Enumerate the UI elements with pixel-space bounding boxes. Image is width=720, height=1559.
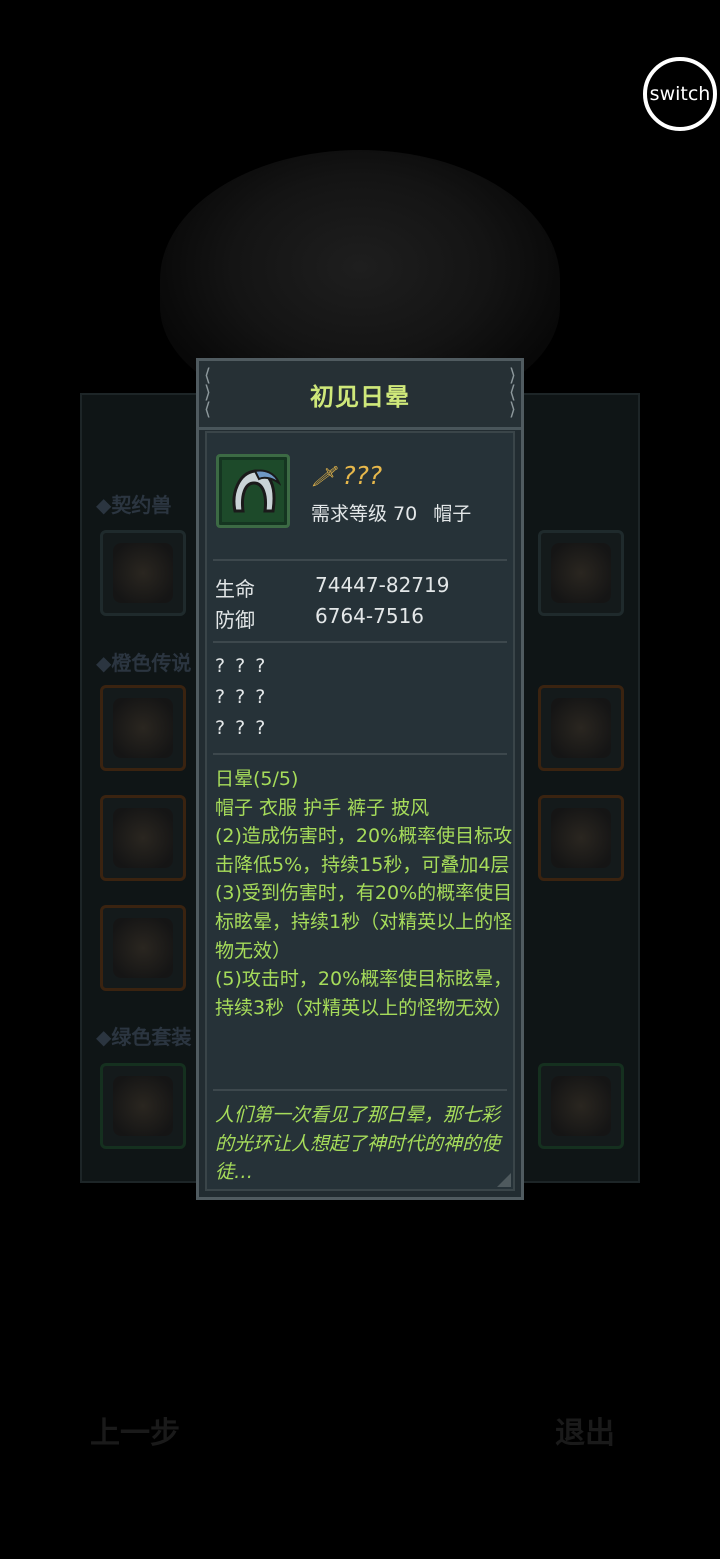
divider — [213, 1089, 507, 1091]
level-requirement: 需求等级 70 — [311, 503, 418, 525]
stat-value: 6764-7516 — [315, 604, 425, 628]
item-name: 🗡 ??? — [311, 461, 382, 490]
item-tooltip: ⟨ ⟩ ⟨ 初见日晕 ⟩ ⟨ ⟩ 🗡 ??? 需求等级 70 帽子 生命 74447-82… — [196, 358, 524, 1200]
flavor-text: 人们第一次看见了那日晕，那七彩的光环让人想起了神时代的神的使徒… — [215, 1104, 501, 1184]
unknown-affix: ? ? ? — [215, 686, 268, 708]
set-effect: (3)受到伤害时，有20%的概率使目标眩晕，持续1秒（对精英以上的怪物无效） — [215, 882, 513, 962]
divider — [213, 559, 507, 561]
divider — [213, 753, 507, 755]
item-name-text: ??? — [342, 461, 383, 490]
hood-item-icon — [216, 454, 290, 528]
section-contract-beast: ◆契约兽 — [96, 493, 172, 517]
slot-set-1[interactable] — [100, 1063, 186, 1149]
item-requirement: 需求等级 70 帽子 — [311, 499, 471, 526]
unknown-affix: ? ? ? — [215, 655, 268, 677]
stat-row-defense: 防御 6764-7516 — [215, 604, 424, 633]
slot-legend-1[interactable] — [100, 685, 186, 771]
slot-set-2[interactable] — [538, 1063, 624, 1149]
section-green-set: ◆绿色套装 — [96, 1025, 192, 1049]
exit-button[interactable]: 退出 — [555, 1408, 615, 1452]
slot-legend-2[interactable] — [538, 685, 624, 771]
tooltip-header: ⟨ ⟩ ⟨ 初见日晕 ⟩ ⟨ ⟩ — [199, 361, 521, 430]
stat-value: 74447-82719 — [315, 573, 450, 597]
stat-label: 生命 — [215, 577, 255, 601]
slot-legend-5[interactable] — [100, 905, 186, 991]
stat-row-hp: 生命 74447-82719 — [215, 573, 449, 602]
set-bonus: 日晕(5/5) 帽子 衣服 护手 裤子 披风 (2)造成伤害时，20%概率使目标… — [215, 765, 515, 1022]
header-ornament-left-icon: ⟨ ⟩ ⟨ — [204, 365, 212, 420]
slot-beast-right[interactable] — [538, 530, 624, 616]
tooltip-body: 🗡 ??? 需求等级 70 帽子 生命 74447-82719 防御 6764-7… — [205, 431, 515, 1191]
divider — [213, 641, 507, 643]
stat-label: 防御 — [215, 608, 255, 632]
item-slot: 帽子 — [433, 503, 472, 525]
header-ornament-right-icon: ⟩ ⟨ ⟩ — [508, 365, 516, 420]
set-pieces: 帽子 衣服 护手 裤子 披风 — [215, 796, 430, 819]
corner-ornament-icon — [497, 1173, 511, 1187]
switch-button[interactable]: switch — [643, 57, 717, 131]
set-effect: (5)攻击时，20%概率使目标眩晕，持续3秒（对精英以上的怪物无效） — [215, 968, 513, 1019]
set-effect: (2)造成伤害时，20%概率使目标攻击降低5%，持续15秒，可叠加4层 — [215, 825, 513, 876]
unknown-affix: ? ? ? — [215, 717, 268, 739]
section-orange-legend: ◆橙色传说 — [96, 651, 192, 675]
rogue-class-icon: 🗡 — [311, 463, 337, 488]
slot-legend-4[interactable] — [538, 795, 624, 881]
prev-step-button[interactable]: 上一步 — [90, 1408, 180, 1452]
set-name: 日晕(5/5) — [215, 768, 299, 790]
tooltip-title: 初见日晕 — [310, 382, 410, 411]
slot-legend-3[interactable] — [100, 795, 186, 881]
slot-beast-left[interactable] — [100, 530, 186, 616]
